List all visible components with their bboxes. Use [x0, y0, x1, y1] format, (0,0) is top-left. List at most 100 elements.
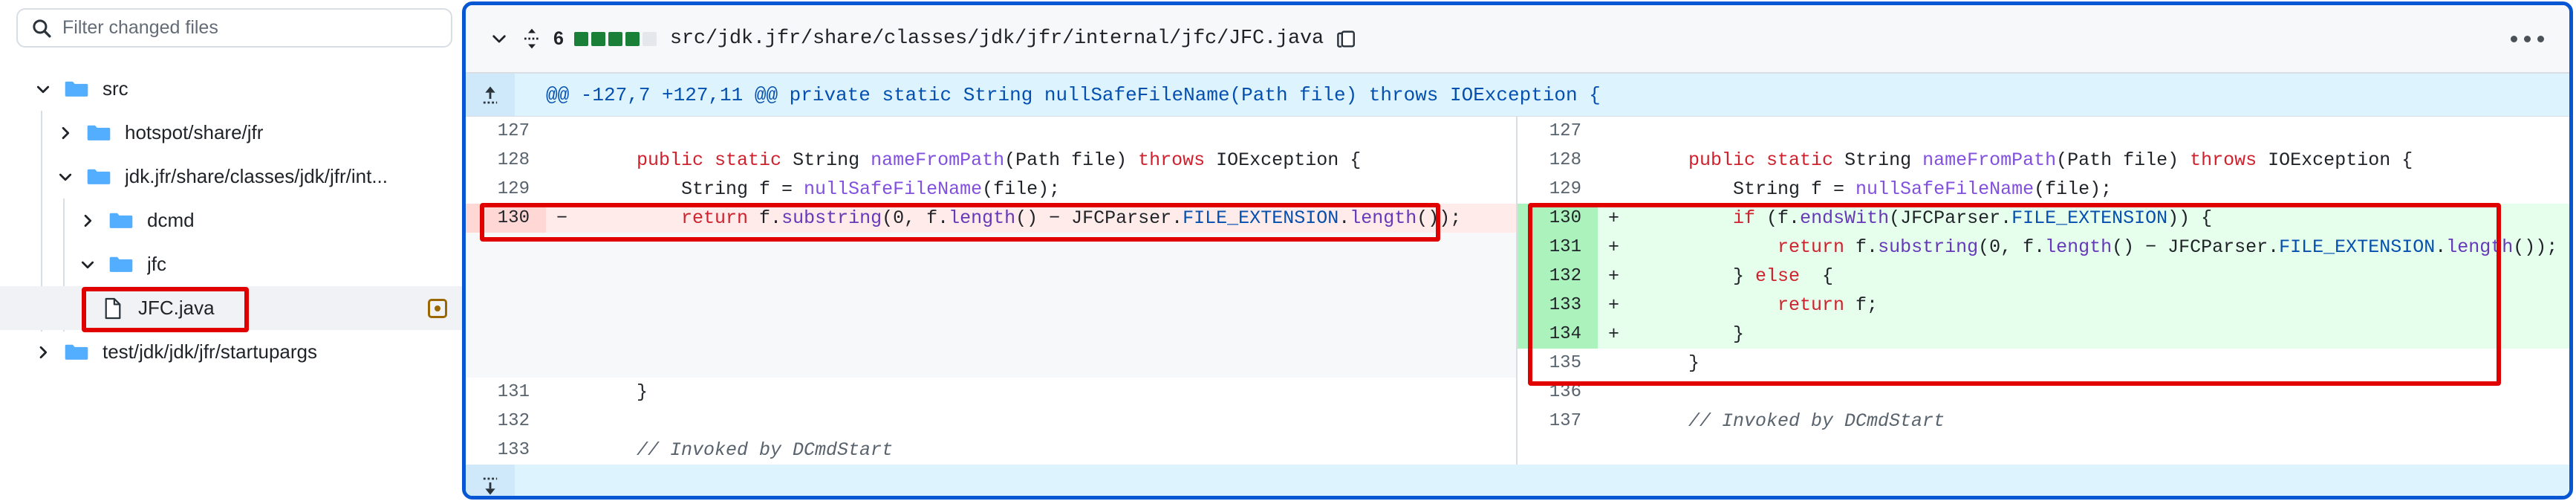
expand-down-icon[interactable]	[466, 465, 515, 496]
code-token: IOException {	[2257, 149, 2413, 171]
kebab-menu-icon[interactable]	[2511, 35, 2549, 42]
chevron-down-icon[interactable]	[49, 168, 82, 186]
tree-item-label: jdk.jfr/share/classes/jdk/jfr/int...	[125, 165, 388, 187]
chevron-right-icon[interactable]	[71, 212, 104, 230]
code-token: substring	[1878, 236, 1979, 258]
code-token: throws	[2190, 149, 2257, 171]
search-icon	[31, 18, 52, 39]
code-text: String f = nullSafeFileName(file);	[585, 178, 1060, 200]
code-token: f.	[748, 207, 782, 229]
line-number: 127	[497, 121, 530, 141]
diff-line-modified[interactable]: 127	[1518, 117, 2569, 146]
diff-line-original[interactable]: 128 public static String nameFromPath(Pa…	[466, 146, 1516, 175]
diff-line-original[interactable]	[466, 233, 1516, 262]
line-number: 133	[1518, 291, 1598, 320]
tree-item-jdk-jfr-share-classes[interactable]: jdk.jfr/share/classes/jdk/jfr/int...	[0, 155, 462, 198]
code-token: else	[1755, 265, 1801, 287]
tree-item-src[interactable]: src	[0, 67, 462, 111]
diff-marker	[546, 175, 585, 204]
line-number: 130	[1518, 204, 1598, 233]
code-token: (0, f.	[882, 207, 949, 229]
diff-line-original[interactable]: 132	[466, 407, 1516, 436]
code-text: return f.substring(0, f.length() − JFCPa…	[585, 207, 1461, 229]
line-number: 131	[1518, 233, 1598, 262]
code-token: (f.	[1755, 207, 1801, 229]
folder-icon	[82, 123, 116, 143]
line-number: 129	[1549, 179, 1581, 199]
diff-line-modified[interactable]: 136	[1518, 378, 2569, 407]
tree-item-jfc-java[interactable]: JFC.java	[0, 286, 462, 330]
line-number	[466, 233, 546, 262]
diff-marker	[546, 378, 585, 407]
diff-line-original[interactable]	[466, 320, 1516, 349]
expand-up-icon[interactable]	[466, 74, 515, 116]
line-number: 129	[497, 179, 530, 199]
diff-marker: −	[556, 207, 568, 229]
diff-line-modified[interactable]: 131 + return f.substring(0, f.length() − …	[1518, 233, 2569, 262]
tree-item-label: src	[103, 77, 129, 100]
diff-marker	[546, 291, 585, 320]
diff-line-original[interactable]: 127	[466, 117, 1516, 146]
diffstat-block-add	[608, 31, 622, 46]
diff-line-original[interactable]: 129 String f = nullSafeFileName(file);	[466, 175, 1516, 204]
filter-changed-files-field[interactable]	[16, 8, 452, 48]
tree-item-jfc[interactable]: jfc	[0, 242, 462, 286]
search-input[interactable]	[62, 17, 438, 39]
diff-line-modified[interactable]: 129 String f = nullSafeFileName(file);	[1518, 175, 2569, 204]
code-token: public	[1688, 149, 1756, 171]
tree-item-label: jfc	[147, 253, 166, 275]
tree-item-test-jdk-jfr-startupargs[interactable]: test/jdk/jdk/jfr/startupargs	[0, 330, 462, 374]
diff-line-modified[interactable]: 134 + }	[1518, 320, 2569, 349]
tree-item-dcmd[interactable]: dcmd	[0, 198, 462, 242]
diff-marker	[546, 117, 585, 146]
code-token: // Invoked by DCmdStart	[1644, 410, 1945, 432]
modified-dot-badge	[428, 298, 447, 318]
diff-line-modified[interactable]: 128 public static String nameFromPath(Pa…	[1518, 146, 2569, 175]
diff-line-original[interactable]	[466, 349, 1516, 378]
diff-line-original[interactable]	[466, 262, 1516, 291]
diff-line-modified[interactable]: 137 // Invoked by DCmdStart	[1518, 407, 2569, 436]
copy-path-icon[interactable]	[1336, 28, 1356, 50]
line-number: 132	[1518, 262, 1598, 291]
diff-line-modified[interactable]: 130 + if (f.endsWith(JFCParser.FILE_EXTEN…	[1518, 204, 2569, 233]
diff-file-header[interactable]: 6 src/jdk.jfr/share/classes/jdk/jfr/inte…	[466, 5, 2569, 74]
code-text: // Invoked by DCmdStart	[1636, 410, 1945, 432]
chevron-down-icon[interactable]	[71, 256, 104, 274]
diff-line-modified[interactable]: 135 }	[1518, 349, 2569, 378]
file-icon	[97, 297, 129, 320]
code-token: String f =	[1644, 178, 1856, 200]
code-token: // Invoked by DCmdStart	[592, 439, 894, 461]
chevron-down-icon[interactable]	[489, 29, 509, 48]
chevron-right-icon[interactable]	[49, 124, 82, 142]
line-number: 136	[1549, 382, 1581, 402]
diffstat-block-add	[591, 31, 605, 46]
diff-marker: +	[1608, 323, 1620, 345]
diff-line-original[interactable]: 130− return f.substring(0, f.length() − …	[466, 204, 1516, 233]
diff-line-modified[interactable]: 132 + } else {	[1518, 262, 2569, 291]
code-token: }	[1644, 323, 1745, 345]
chevron-right-icon[interactable]	[27, 343, 59, 361]
diff-line-original[interactable]: 131 }	[466, 378, 1516, 407]
diff-side-modified: 127 128 public static String nameFromPath…	[1518, 117, 2569, 465]
hunk-header: @@ -127,7 +127,11 @@ private static Stri…	[466, 74, 2569, 117]
line-number	[466, 262, 546, 291]
code-token: length	[2045, 236, 2112, 258]
diff-line-original[interactable]: 133 // Invoked by DCmdStart	[466, 436, 1516, 465]
line-number: 128	[497, 150, 530, 170]
line-number: 128	[1549, 150, 1581, 170]
file-tree: src hotspot/share/jfr jdk.jfr/share/clas…	[0, 67, 462, 374]
tree-item-hotspot-share-jfr[interactable]: hotspot/share/jfr	[0, 111, 462, 155]
chevron-down-icon[interactable]	[27, 80, 59, 98]
code-token: return	[1777, 236, 1845, 258]
diff-file-path[interactable]: src/jdk.jfr/share/classes/jdk/jfr/intern…	[670, 28, 1324, 50]
diff-line-modified[interactable]: 133 + return f;	[1518, 291, 2569, 320]
line-number: 135	[1549, 353, 1581, 373]
diff-line-original[interactable]	[466, 291, 1516, 320]
drag-handle-icon[interactable]	[522, 28, 541, 50]
code-token: f;	[1844, 294, 1879, 316]
